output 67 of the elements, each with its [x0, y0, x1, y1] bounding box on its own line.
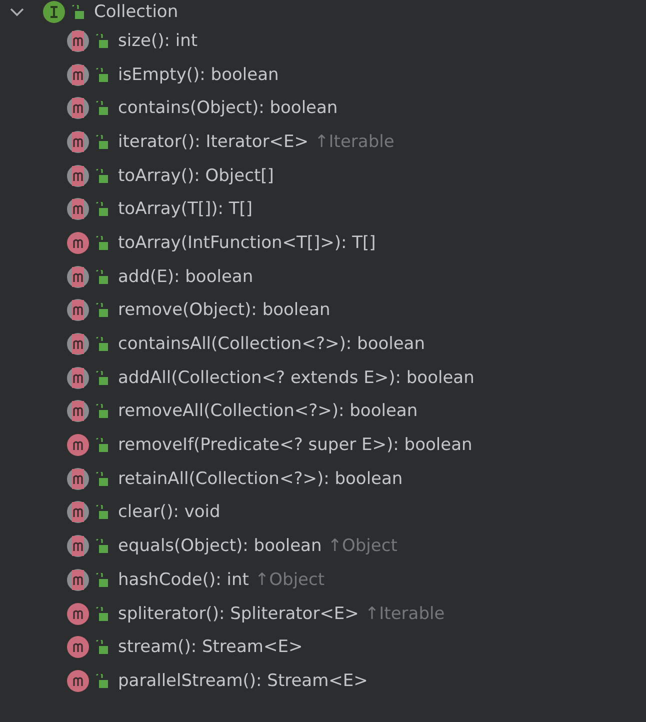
abstract-method-icon: [66, 28, 90, 53]
inherited-from: ↑Iterable: [364, 604, 445, 624]
lock-icon: [96, 168, 108, 183]
abstract-method-icon: [66, 466, 90, 491]
lock-icon: [96, 404, 108, 418]
lock-icon: [96, 202, 108, 216]
lock-icon: [96, 640, 108, 654]
method-icon: [66, 668, 90, 693]
lock-icon: [96, 572, 108, 587]
method-signature[interactable]: stream(): Stream<E>: [118, 637, 303, 658]
lock-icon: [96, 236, 108, 250]
abstract-method-icon: [66, 96, 90, 120]
lock-icon: [72, 5, 84, 19]
inherited-from: ↑Object: [328, 536, 398, 556]
method-signature[interactable]: clear(): void: [118, 502, 220, 522]
abstract-method-icon: [66, 500, 90, 524]
method-signature[interactable]: containsAll(Collection<?>): boolean: [118, 334, 425, 354]
lock-icon: [96, 337, 108, 352]
lock-icon: [96, 270, 108, 284]
lock-icon: [96, 472, 108, 486]
method-signature[interactable]: toArray(IntFunction<T[]>): T[]: [118, 232, 376, 253]
method-signature[interactable]: removeIf(Predicate<? super E>): boolean: [118, 435, 472, 456]
abstract-method-icon: [66, 298, 90, 322]
method-signature[interactable]: size(): int: [118, 30, 198, 51]
abstract-method-icon: [66, 62, 90, 87]
abstract-method-icon: [66, 399, 90, 424]
abstract-method-icon: [66, 534, 90, 558]
lock-icon: [96, 303, 108, 318]
method-icon: [66, 635, 90, 660]
lock-icon: [96, 101, 108, 116]
method-signature[interactable]: hashCode(): int: [118, 570, 249, 590]
method-signature[interactable]: spliterator(): Spliterator<E>: [118, 604, 359, 624]
method-signature[interactable]: add(E): boolean: [118, 266, 254, 287]
interface-name[interactable]: Collection: [94, 2, 178, 22]
method-icon: [66, 602, 90, 626]
method-signature[interactable]: toArray(T[]): T[]: [118, 199, 253, 220]
lock-icon: [96, 68, 108, 82]
method-signature[interactable]: equals(Object): boolean: [118, 536, 322, 556]
inherited-from: ↑Iterable: [314, 132, 394, 152]
lock-icon: [96, 606, 108, 621]
method-signature[interactable]: retainAll(Collection<?>): boolean: [118, 468, 403, 489]
method-signature[interactable]: toArray(): Object[]: [118, 166, 274, 186]
lock-icon: [96, 539, 108, 554]
method-signature[interactable]: contains(Object): boolean: [118, 98, 338, 118]
method-signature[interactable]: remove(Object): boolean: [118, 300, 330, 320]
abstract-method-icon: [66, 332, 90, 356]
inherited-from: ↑Object: [254, 570, 325, 590]
method-signature[interactable]: removeAll(Collection<?>): boolean: [118, 401, 418, 422]
abstract-method-icon: [66, 130, 90, 154]
lock-icon: [96, 34, 108, 48]
method-signature[interactable]: parallelStream(): Stream<E>: [118, 670, 368, 691]
method-signature[interactable]: isEmpty(): boolean: [118, 64, 279, 85]
method-signature[interactable]: iterator(): Iterator<E>: [118, 132, 309, 152]
method-icon: [66, 433, 90, 458]
lock-icon: [96, 505, 108, 520]
abstract-method-icon: [66, 366, 90, 390]
abstract-method-icon: [66, 568, 90, 592]
abstract-method-icon: [66, 197, 90, 222]
interface-icon: [42, 0, 66, 24]
lock-icon: [96, 134, 108, 149]
lock-icon: [96, 438, 108, 452]
abstract-method-icon: [66, 164, 90, 188]
method-signature[interactable]: addAll(Collection<? extends E>): boolean: [118, 368, 474, 388]
lock-icon: [96, 370, 108, 385]
abstract-method-icon: [66, 264, 90, 289]
lock-icon: [96, 674, 108, 688]
method-icon: [66, 230, 90, 255]
